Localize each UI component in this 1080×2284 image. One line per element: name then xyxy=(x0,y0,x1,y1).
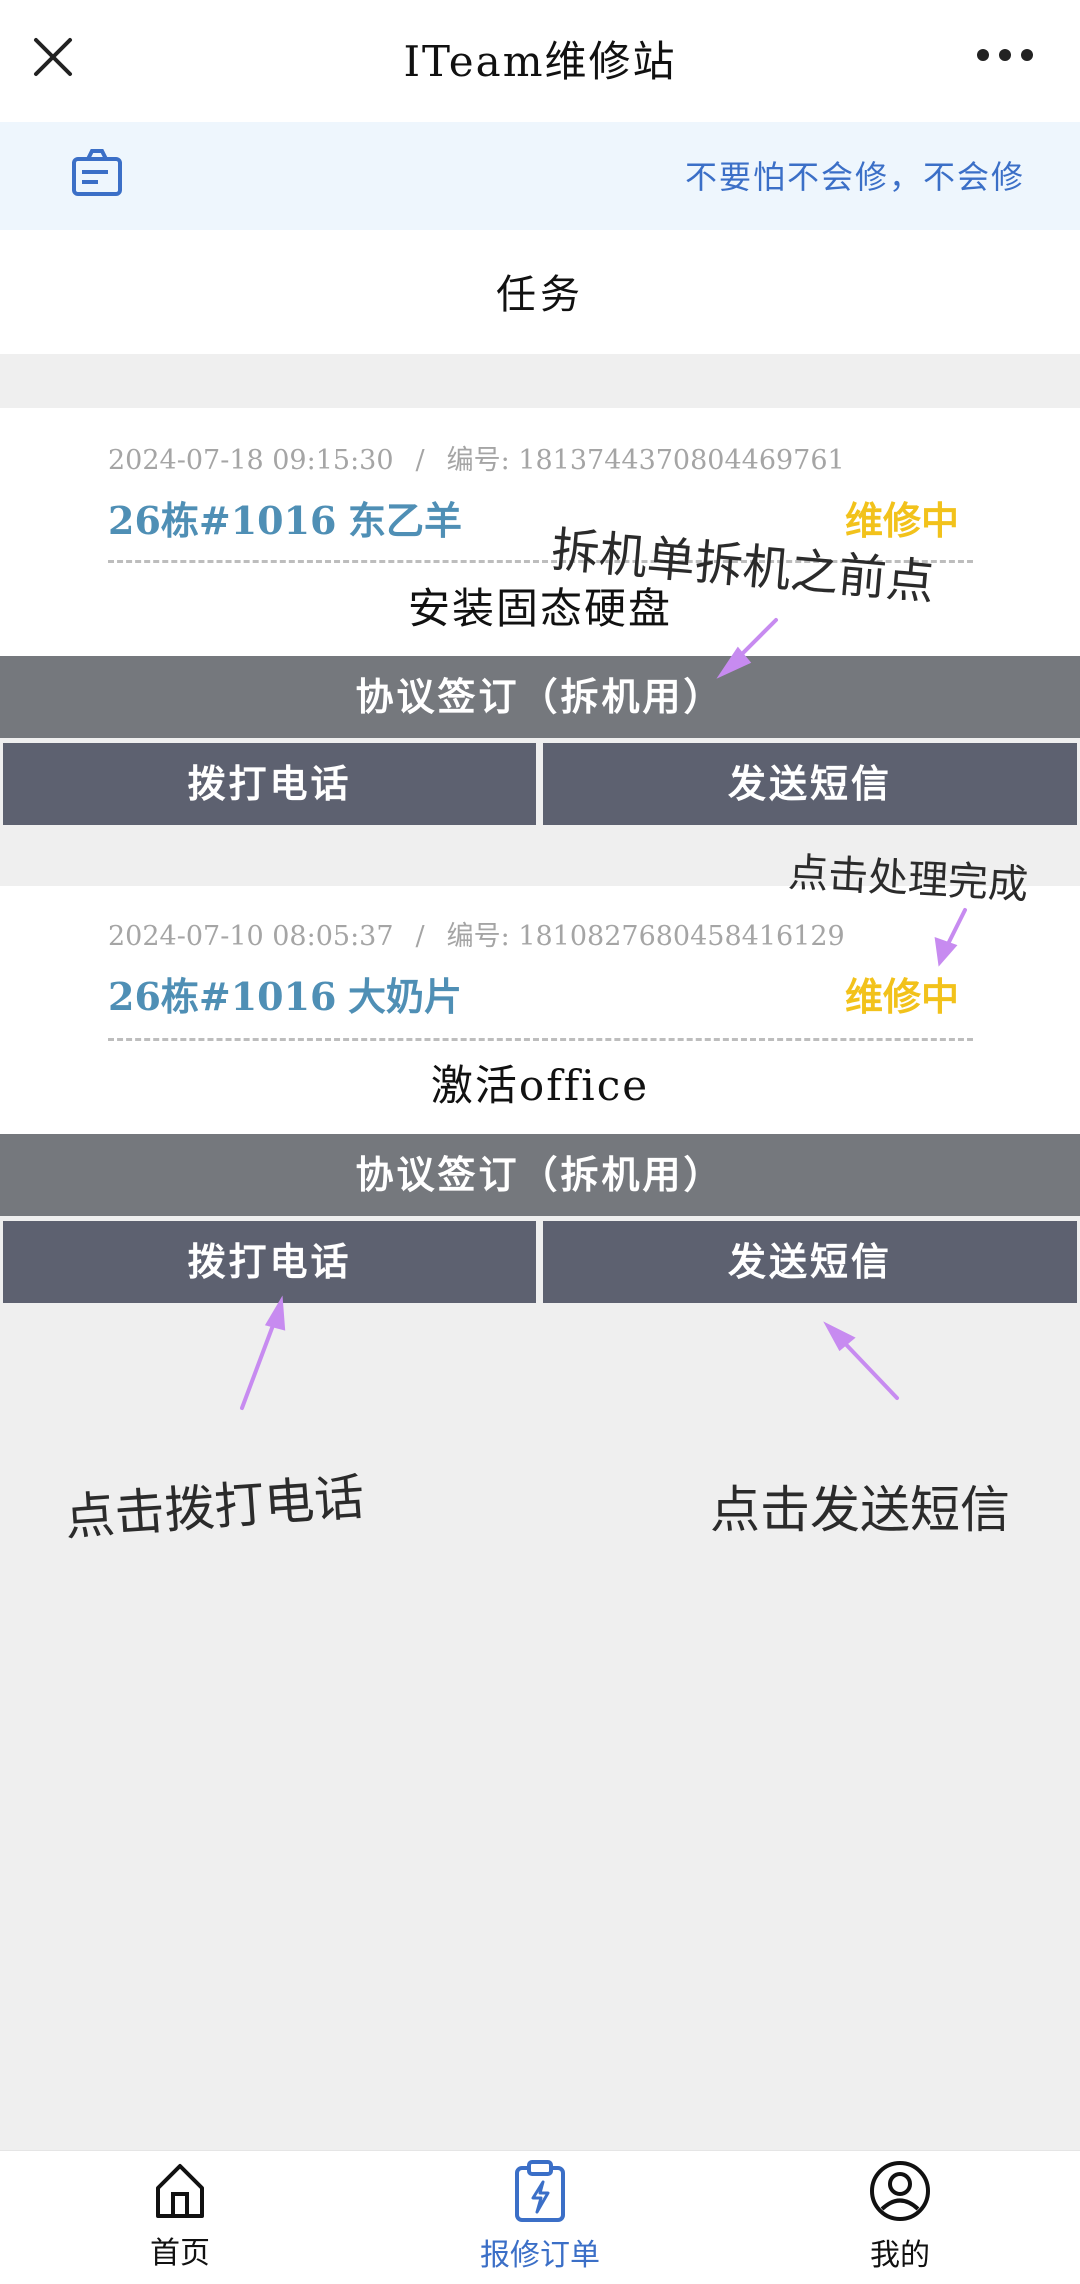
annotation-arrows xyxy=(240,618,967,1410)
nav-label-profile: 我的 xyxy=(870,2238,930,2273)
nav-item-home[interactable]: 首页 xyxy=(90,2160,270,2272)
user-icon xyxy=(870,2161,930,2221)
nav-label-orders: 报修订单 xyxy=(480,2238,600,2273)
nav-label-home: 首页 xyxy=(150,2236,210,2271)
nav-item-profile[interactable]: 我的 xyxy=(810,2160,990,2274)
clipboard-bolt-icon xyxy=(515,2160,565,2222)
home-icon xyxy=(156,2164,204,2218)
nav-item-orders[interactable]: 报修订单 xyxy=(450,2160,630,2274)
